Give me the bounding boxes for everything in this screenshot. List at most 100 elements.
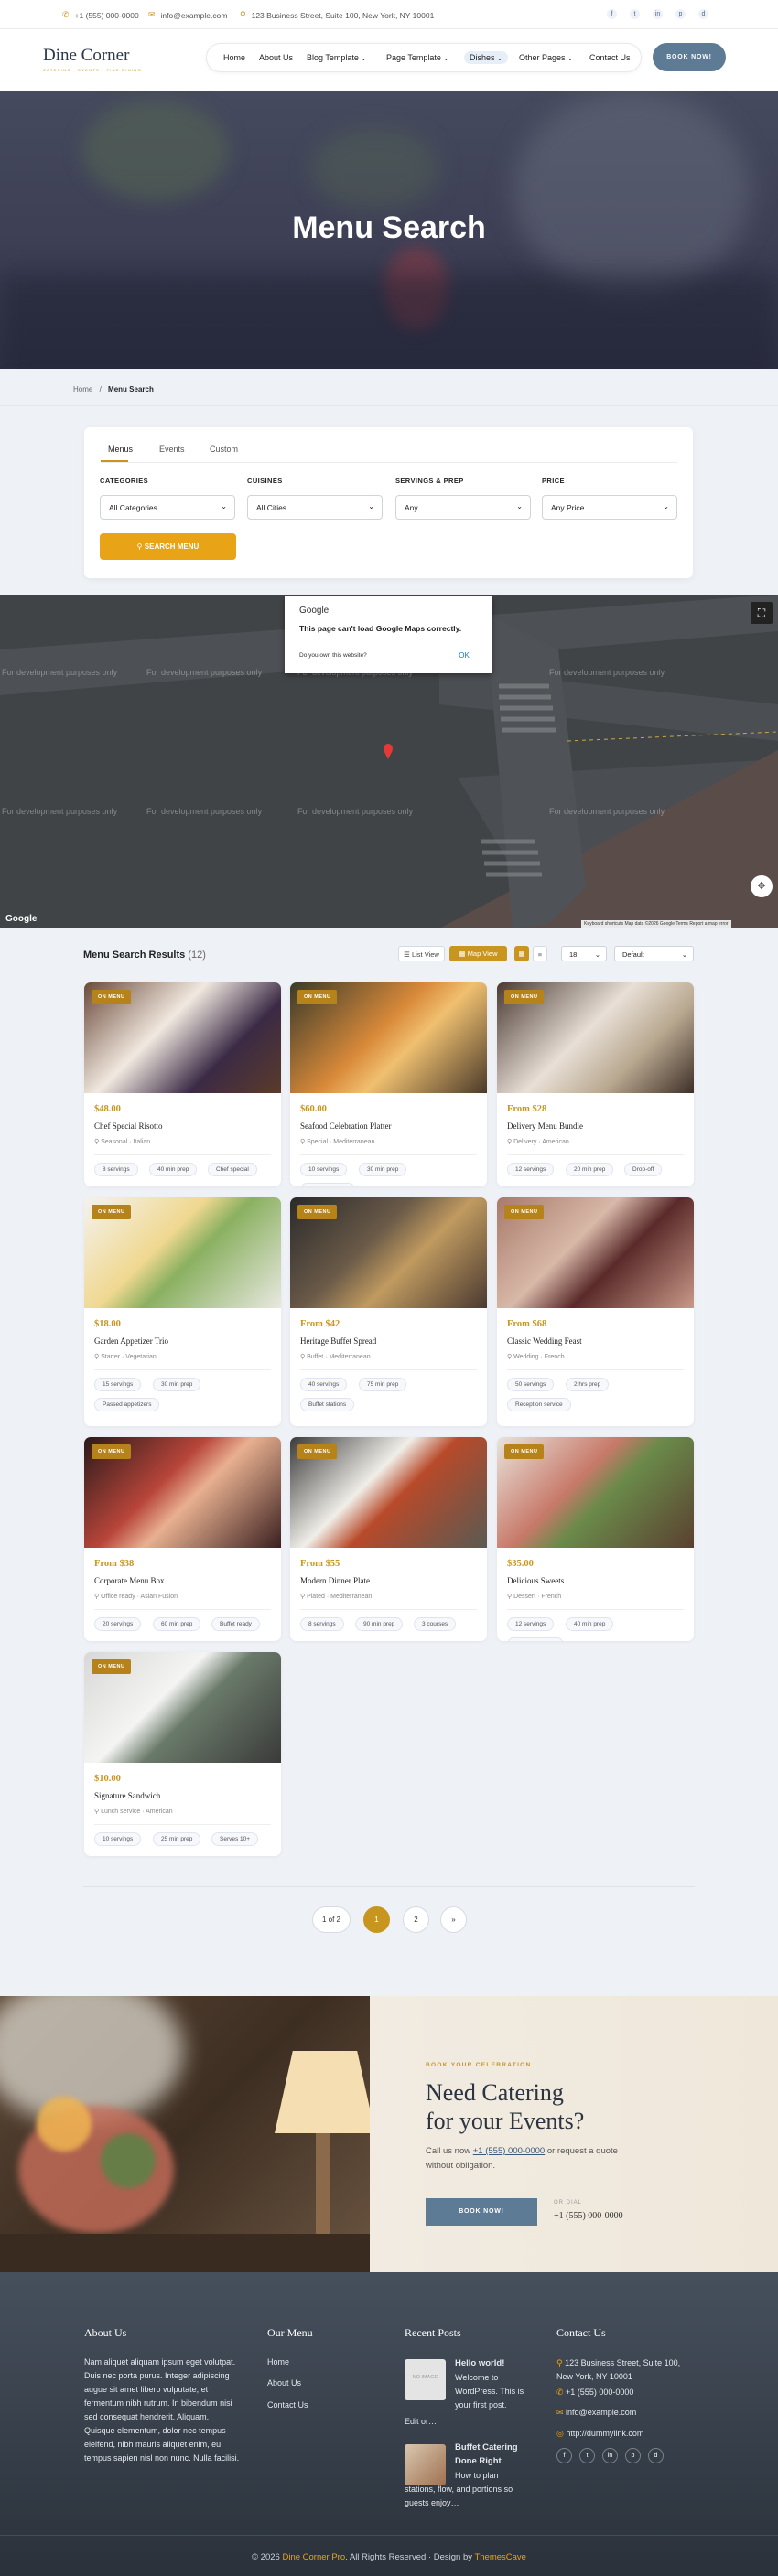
menu-card-image[interactable]: ON MENU — [84, 1652, 281, 1763]
menu-card-image[interactable]: ON MENU — [84, 982, 281, 1093]
menu-card-price: From $28 — [507, 1104, 547, 1114]
filter-label-categories: CATEGORIES — [100, 477, 149, 485]
menu-card[interactable]: ON MENU $10.00 Signature Sandwich ⚲ Lunch s… — [84, 1652, 281, 1856]
menu-card[interactable]: ON MENU From $55 Modern Dinner Plate ⚲ Plat… — [290, 1437, 487, 1641]
menu-card[interactable]: ON MENU $60.00 Seafood Celebration Platter… — [290, 982, 487, 1186]
grid-view-icon[interactable]: ▦ — [514, 946, 529, 961]
nav-about[interactable]: About Us — [259, 53, 293, 62]
post-title[interactable]: Buffet Catering Done Right — [455, 2441, 528, 2468]
menu-card-tag: Passed appetizers — [94, 1398, 160, 1411]
nav-contact[interactable]: Contact Us — [589, 53, 631, 62]
tab-events[interactable]: Events — [159, 445, 185, 454]
nav-dishes[interactable]: Dishes ⌄ — [464, 51, 508, 64]
search-panel: Menus Events Custom CATEGORIES CUISINES … — [84, 427, 693, 578]
chevron-down-icon: ⌄ — [221, 502, 227, 510]
facebook-icon[interactable]: f — [556, 2448, 572, 2463]
about-text: Nam aliquet aliquam ipsum eget volutpat.… — [84, 2357, 240, 2463]
menu-card[interactable]: ON MENU From $28 Delivery Menu Bundle ⚲ Del… — [497, 982, 694, 1186]
top-bar: ✆ +1 (555) 000-0000 ✉ info@example.com ⚲ 12… — [0, 0, 778, 29]
footer-link-about[interactable]: About Us — [267, 2377, 301, 2390]
menu-card-tag: 60 min prep — [153, 1617, 201, 1631]
topbar-phone[interactable]: ✆ +1 (555) 000-0000 — [62, 10, 139, 20]
cta-phone-link[interactable]: +1 (555) 000-0000 — [473, 2146, 545, 2156]
menu-card-title[interactable]: Heritage Buffet Spread — [300, 1336, 376, 1346]
footer-email[interactable]: ✉ info@example.com — [556, 2406, 636, 2420]
menu-card-title[interactable]: Classic Wedding Feast — [507, 1336, 582, 1346]
nav-other-pages[interactable]: Other Pages ⌄ — [519, 53, 573, 62]
menu-card-title[interactable]: Modern Dinner Plate — [300, 1576, 370, 1585]
brand-link[interactable]: Dine Corner Pro — [282, 2552, 345, 2562]
pinterest-icon[interactable]: p — [625, 2448, 641, 2463]
dribbble-icon[interactable]: d — [698, 9, 708, 19]
nav-home[interactable]: Home — [223, 53, 245, 62]
menu-card-image[interactable]: ON MENU — [84, 1437, 281, 1548]
cuisines-select[interactable]: All Cities ⌄ — [247, 495, 383, 520]
twitter-icon[interactable]: t — [630, 9, 640, 19]
page-2[interactable]: 2 — [403, 1906, 429, 1933]
pinterest-icon[interactable]: p — [675, 9, 686, 19]
twitter-icon[interactable]: t — [579, 2448, 595, 2463]
menu-card-image[interactable]: ON MENU — [497, 1197, 694, 1308]
breadcrumb-home[interactable]: Home — [73, 385, 92, 393]
pegman-icon[interactable]: ✥ — [751, 875, 773, 897]
footer-website[interactable]: ◎ http://dummylink.com — [556, 2427, 643, 2441]
cta-dial[interactable]: +1 (555) 000-0000 — [554, 2211, 623, 2221]
page-1[interactable]: 1 — [363, 1906, 390, 1933]
nav-blog[interactable]: Blog Template ⌄ — [307, 53, 366, 62]
post-title[interactable]: Hello world! — [455, 2356, 504, 2370]
menu-card-image[interactable]: ON MENU — [290, 1437, 487, 1548]
servings-select[interactable]: Any ⌄ — [395, 495, 531, 520]
menu-card[interactable]: ON MENU From $42 Heritage Buffet Spread ⚲ B… — [290, 1197, 487, 1426]
list-view-button[interactable]: ☰ List View — [398, 946, 445, 961]
ok-button[interactable]: OK — [448, 648, 481, 664]
menu-card-title[interactable]: Garden Appetizer Trio — [94, 1336, 168, 1346]
nav-page-template[interactable]: Page Template ⌄ — [386, 53, 448, 62]
post-thumbnail[interactable]: NO IMAGE — [405, 2359, 446, 2400]
menu-card-image[interactable]: ON MENU — [497, 982, 694, 1093]
menu-card-title[interactable]: Corporate Menu Box — [94, 1576, 165, 1585]
categories-select[interactable]: All Categories ⌄ — [100, 495, 235, 520]
linkedin-icon[interactable]: in — [653, 9, 663, 19]
sort-select[interactable]: Default ⌄ — [614, 946, 694, 961]
facebook-icon[interactable]: f — [607, 9, 617, 19]
map-attribution[interactable]: Keyboard shortcuts Map data ©2026 Google… — [581, 920, 731, 928]
topbar-email[interactable]: ✉ info@example.com — [148, 10, 227, 20]
linkedin-icon[interactable]: in — [602, 2448, 618, 2463]
menu-card-title[interactable]: Delivery Menu Bundle — [507, 1122, 583, 1131]
fullscreen-icon[interactable]: ⛶ — [751, 602, 773, 624]
list-view-icon[interactable]: ≡ — [533, 946, 547, 961]
book-now-button[interactable]: BOOK NOW! — [653, 43, 726, 71]
menu-card-title[interactable]: Seafood Celebration Platter — [300, 1122, 391, 1131]
footer-phone[interactable]: ✆ +1 (555) 000-0000 — [556, 2386, 633, 2399]
map-view-button[interactable]: ▦ Map View — [449, 946, 507, 961]
price-select[interactable]: Any Price ⌄ — [542, 495, 677, 520]
menu-card-image[interactable]: ON MENU — [290, 1197, 487, 1308]
menu-card-title[interactable]: Chef Special Risotto — [94, 1122, 163, 1131]
per-page-select[interactable]: 18 ⌄ — [561, 946, 607, 961]
tab-indicator — [101, 460, 128, 462]
footer-link-home[interactable]: Home — [267, 2356, 289, 2369]
menu-card-image[interactable]: ON MENU — [84, 1197, 281, 1308]
logo[interactable]: Dine Corner CATERING · EVENTS · FINE DIN… — [43, 46, 142, 72]
menu-card-tag: 8 servings — [300, 1617, 344, 1631]
menu-card-title[interactable]: Signature Sandwich — [94, 1791, 160, 1800]
own-site-link[interactable]: Do you own this website? — [299, 652, 367, 659]
menu-card[interactable]: ON MENU From $68 Classic Wedding Feast ⚲ We… — [497, 1197, 694, 1426]
map[interactable]: For development purposes only For develo… — [0, 595, 778, 928]
footer-address: ⚲ 123 Business Street, Suite 100, New Yo… — [556, 2358, 681, 2381]
menu-card[interactable]: ON MENU $35.00 Delicious Sweets ⚲ Dessert ·… — [497, 1437, 694, 1641]
next-page-button[interactable]: » — [440, 1906, 467, 1933]
menu-card-image[interactable]: ON MENU — [290, 982, 487, 1093]
menu-card-title[interactable]: Delicious Sweets — [507, 1576, 564, 1585]
menu-card[interactable]: ON MENU $18.00 Garden Appetizer Trio ⚲ Star… — [84, 1197, 281, 1426]
cta-book-button[interactable]: BOOK NOW! — [426, 2198, 537, 2226]
dribbble-icon[interactable]: d — [648, 2448, 664, 2463]
menu-card[interactable]: ON MENU $48.00 Chef Special Risotto ⚲ Seaso… — [84, 982, 281, 1186]
tab-menus[interactable]: Menus — [108, 445, 133, 454]
menu-card[interactable]: ON MENU From $38 Corporate Menu Box ⚲ Offic… — [84, 1437, 281, 1641]
designer-link[interactable]: ThemesCave — [474, 2552, 526, 2562]
footer-link-contact[interactable]: Contact Us — [267, 2399, 308, 2412]
tab-custom[interactable]: Custom — [210, 445, 238, 454]
search-menu-button[interactable]: ⚲ SEARCH MENU — [100, 533, 236, 560]
menu-card-image[interactable]: ON MENU — [497, 1437, 694, 1548]
